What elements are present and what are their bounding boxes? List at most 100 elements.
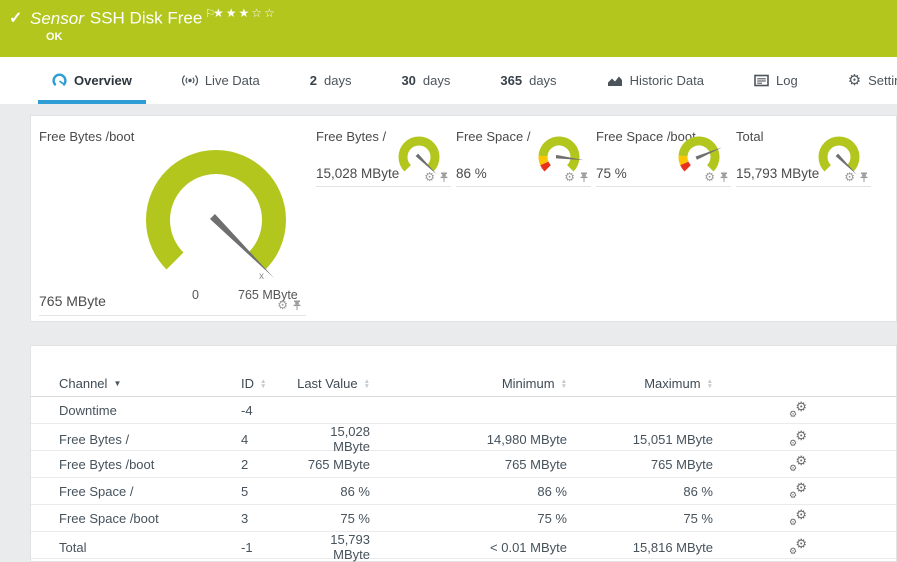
status-ok-check-icon: ✓ (9, 10, 23, 27)
gauge-peak-marker: x (259, 271, 264, 282)
channel-name: Free Space / (59, 483, 134, 499)
channel-current-value: 75 % (596, 166, 627, 181)
status-badge: OK (46, 31, 63, 43)
gauge-cell-actions: ⚙ (564, 171, 589, 183)
channel-name: Downtime (59, 402, 117, 418)
channels-table-panel: Channel ▼ ID ▲ ▼ Last Value ▲ ▼ Minimum ▲ ▼… (30, 345, 897, 562)
last-value: 75 % (340, 510, 370, 526)
gauge-cell-total: Total 15,793 MByte ⚙ (736, 116, 871, 187)
live-broadcast-icon (181, 74, 198, 87)
overview-gauges-panel: Free Bytes /boot 0 765 MByte x 765 MByte… (30, 115, 897, 322)
gauge-cell-free-space-root: Free Space / 86 % ⚙ (456, 116, 591, 187)
column-label: Minimum (501, 376, 555, 391)
sort-desc-icon: ▼ (113, 379, 122, 388)
channel-settings-gears-icon[interactable]: ⚙ ⚙ (789, 429, 807, 448)
channel-current-value: 15,793 MByte (736, 166, 820, 181)
maximum-value: 86 % (683, 483, 713, 499)
main-gauge[interactable] (131, 142, 303, 292)
channel-title: Free Bytes / (316, 129, 387, 144)
channel-title: Free Space / (456, 129, 531, 144)
gauge-cell-actions: ⚙ (424, 171, 449, 183)
table-row-free-bytes-root: Free Bytes / 4 15,028 MByte 14,980 MByte… (31, 424, 896, 454)
tab-365-days[interactable]: 365 days (486, 57, 570, 104)
channel-settings-gears-icon[interactable]: ⚙ ⚙ (789, 508, 807, 527)
minimum-value: 14,980 MByte (486, 431, 567, 447)
gear-icon[interactable]: ⚙ (424, 171, 435, 183)
gauge-scale-min: 0 (192, 288, 199, 302)
gauge-cell-free-bytes-root: Free Bytes / 15,028 MByte ⚙ (316, 116, 451, 187)
historic-chart-icon (607, 74, 623, 87)
log-list-icon (754, 74, 769, 87)
tab-label: days (529, 73, 557, 88)
channel-settings-gears-icon[interactable]: ⚙ ⚙ (789, 454, 807, 473)
table-row-total: Total -1 15,793 MByte < 0.01 MByte 15,81… (31, 532, 896, 562)
column-header-maximum[interactable]: Maximum ▲ ▼ (567, 376, 713, 391)
pin-icon[interactable] (439, 172, 449, 183)
channel-name: Free Space /boot (59, 510, 159, 526)
gauge-cell-actions: ⚙ (277, 299, 302, 311)
maximum-value: 15,051 MByte (632, 431, 713, 447)
last-value: 15,793 MByte (330, 532, 370, 562)
table-row-free-space-boot: Free Space /boot 3 75 % 75 % 75 % ⚙ ⚙ (31, 505, 896, 532)
column-label: Last Value (297, 376, 358, 391)
tab-number: 30 (401, 73, 416, 88)
channel-name: Total (59, 539, 87, 555)
tab-number: 365 (500, 73, 523, 88)
maximum-value: 75 % (683, 510, 713, 526)
table-row-free-space-root: Free Space / 5 86 % 86 % 86 % ⚙ ⚙ (31, 478, 896, 505)
channel-title: Total (736, 129, 764, 144)
channel-id: 4 (241, 431, 249, 447)
tab-log[interactable]: Log (740, 57, 812, 104)
minimum-value: 765 MByte (504, 456, 567, 472)
column-header-id[interactable]: ID ▲ ▼ (241, 376, 301, 391)
channel-id: -1 (241, 539, 253, 555)
pin-icon[interactable] (579, 172, 589, 183)
sort-both-icon: ▲ ▼ (706, 377, 713, 390)
column-label: Channel (59, 376, 108, 391)
gear-icon[interactable]: ⚙ (277, 299, 288, 311)
tab-settings[interactable]: ⚙ Settings (834, 57, 897, 104)
gear-icon: ⚙ (847, 72, 862, 89)
maximum-value: 15,816 MByte (632, 539, 713, 555)
tab-historic-data[interactable]: Historic Data (593, 57, 718, 104)
sensor-header: ✓ Sensor SSH Disk Free ⚐ ★★★☆☆ OK (0, 0, 897, 57)
channel-settings-gears-icon[interactable]: ⚙ ⚙ (789, 481, 807, 500)
minimum-value: 86 % (537, 483, 567, 499)
channel-current-value: 15,028 MByte (316, 166, 400, 181)
channel-current-value: 86 % (456, 166, 487, 181)
column-header-last-value[interactable]: Last Value ▲ ▼ (297, 376, 370, 391)
sensor-tab-bar: Overview Live Data 2 days 30 days 365 da… (0, 57, 897, 104)
table-header-row: Channel ▼ ID ▲ ▼ Last Value ▲ ▼ Minimum ▲ ▼… (31, 371, 896, 397)
minimum-value: 75 % (537, 510, 567, 526)
sensor-name: SSH Disk Free (89, 8, 203, 28)
tab-label: Overview (74, 73, 132, 88)
tab-2-days[interactable]: 2 days (296, 57, 366, 104)
column-label: Maximum (644, 376, 701, 391)
tab-live-data[interactable]: Live Data (168, 57, 274, 104)
gear-icon[interactable]: ⚙ (704, 171, 715, 183)
channel-title: Free Bytes /boot (39, 129, 135, 144)
gear-icon[interactable]: ⚙ (844, 171, 855, 183)
priority-star-rating[interactable]: ★★★☆☆ (213, 6, 277, 20)
gauge-cell-actions: ⚙ (844, 171, 869, 183)
gauge-cell-actions: ⚙ (704, 171, 729, 183)
pin-icon[interactable] (292, 300, 302, 311)
pin-icon[interactable] (859, 172, 869, 183)
pin-icon[interactable] (719, 172, 729, 183)
last-value: 15,028 MByte (330, 424, 370, 454)
gauge-cell-free-space-boot: Free Space /boot 75 % ⚙ (596, 116, 731, 187)
maximum-value: 765 MByte (650, 456, 713, 472)
tab-label: Historic Data (629, 73, 704, 88)
gear-icon[interactable]: ⚙ (564, 171, 575, 183)
last-value: 765 MByte (307, 456, 370, 472)
column-label: ID (241, 376, 254, 391)
channel-id: 3 (241, 510, 249, 526)
column-header-channel[interactable]: Channel ▼ (59, 376, 241, 391)
tab-overview[interactable]: Overview (38, 57, 146, 104)
channel-name: Free Bytes /boot (59, 456, 155, 472)
table-row-downtime: Downtime -4 ⚙ ⚙ (31, 397, 896, 424)
column-header-minimum[interactable]: Minimum ▲ ▼ (370, 376, 567, 391)
channel-settings-gears-icon[interactable]: ⚙ ⚙ (789, 400, 807, 419)
channel-settings-gears-icon[interactable]: ⚙ ⚙ (789, 537, 807, 556)
tab-30-days[interactable]: 30 days (387, 57, 464, 104)
